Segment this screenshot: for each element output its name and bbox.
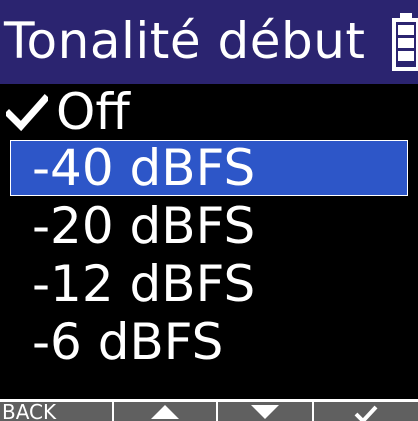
check-icon (6, 94, 48, 132)
list-item-label: -20 dBFS (32, 197, 256, 255)
list-item-label: Off (56, 83, 130, 141)
page-title: Tonalité début (4, 12, 366, 70)
up-button[interactable] (114, 402, 216, 421)
back-button-label: BACK (2, 402, 57, 421)
list-item-minus-40-dbfs[interactable]: -40 dBFS (10, 140, 408, 196)
list-item-label: -6 dBFS (32, 313, 224, 371)
list-item-off[interactable]: Off (0, 84, 418, 140)
list-item-minus-6-dbfs[interactable]: -6 dBFS (0, 314, 418, 370)
title-bar: Tonalité début (0, 0, 418, 84)
battery-icon (392, 13, 418, 71)
list-item-label: -40 dBFS (32, 139, 256, 197)
confirm-button[interactable] (314, 402, 418, 421)
back-button[interactable]: BACK (0, 402, 112, 421)
triangle-down-icon (251, 405, 279, 419)
list-item-label: -12 dBFS (32, 255, 256, 313)
softkey-bar: BACK (0, 399, 418, 421)
down-button[interactable] (218, 402, 312, 421)
list-item-minus-12-dbfs[interactable]: -12 dBFS (0, 256, 418, 312)
triangle-up-icon (151, 405, 179, 419)
check-icon (354, 405, 378, 421)
list-item-minus-20-dbfs[interactable]: -20 dBFS (0, 198, 418, 254)
